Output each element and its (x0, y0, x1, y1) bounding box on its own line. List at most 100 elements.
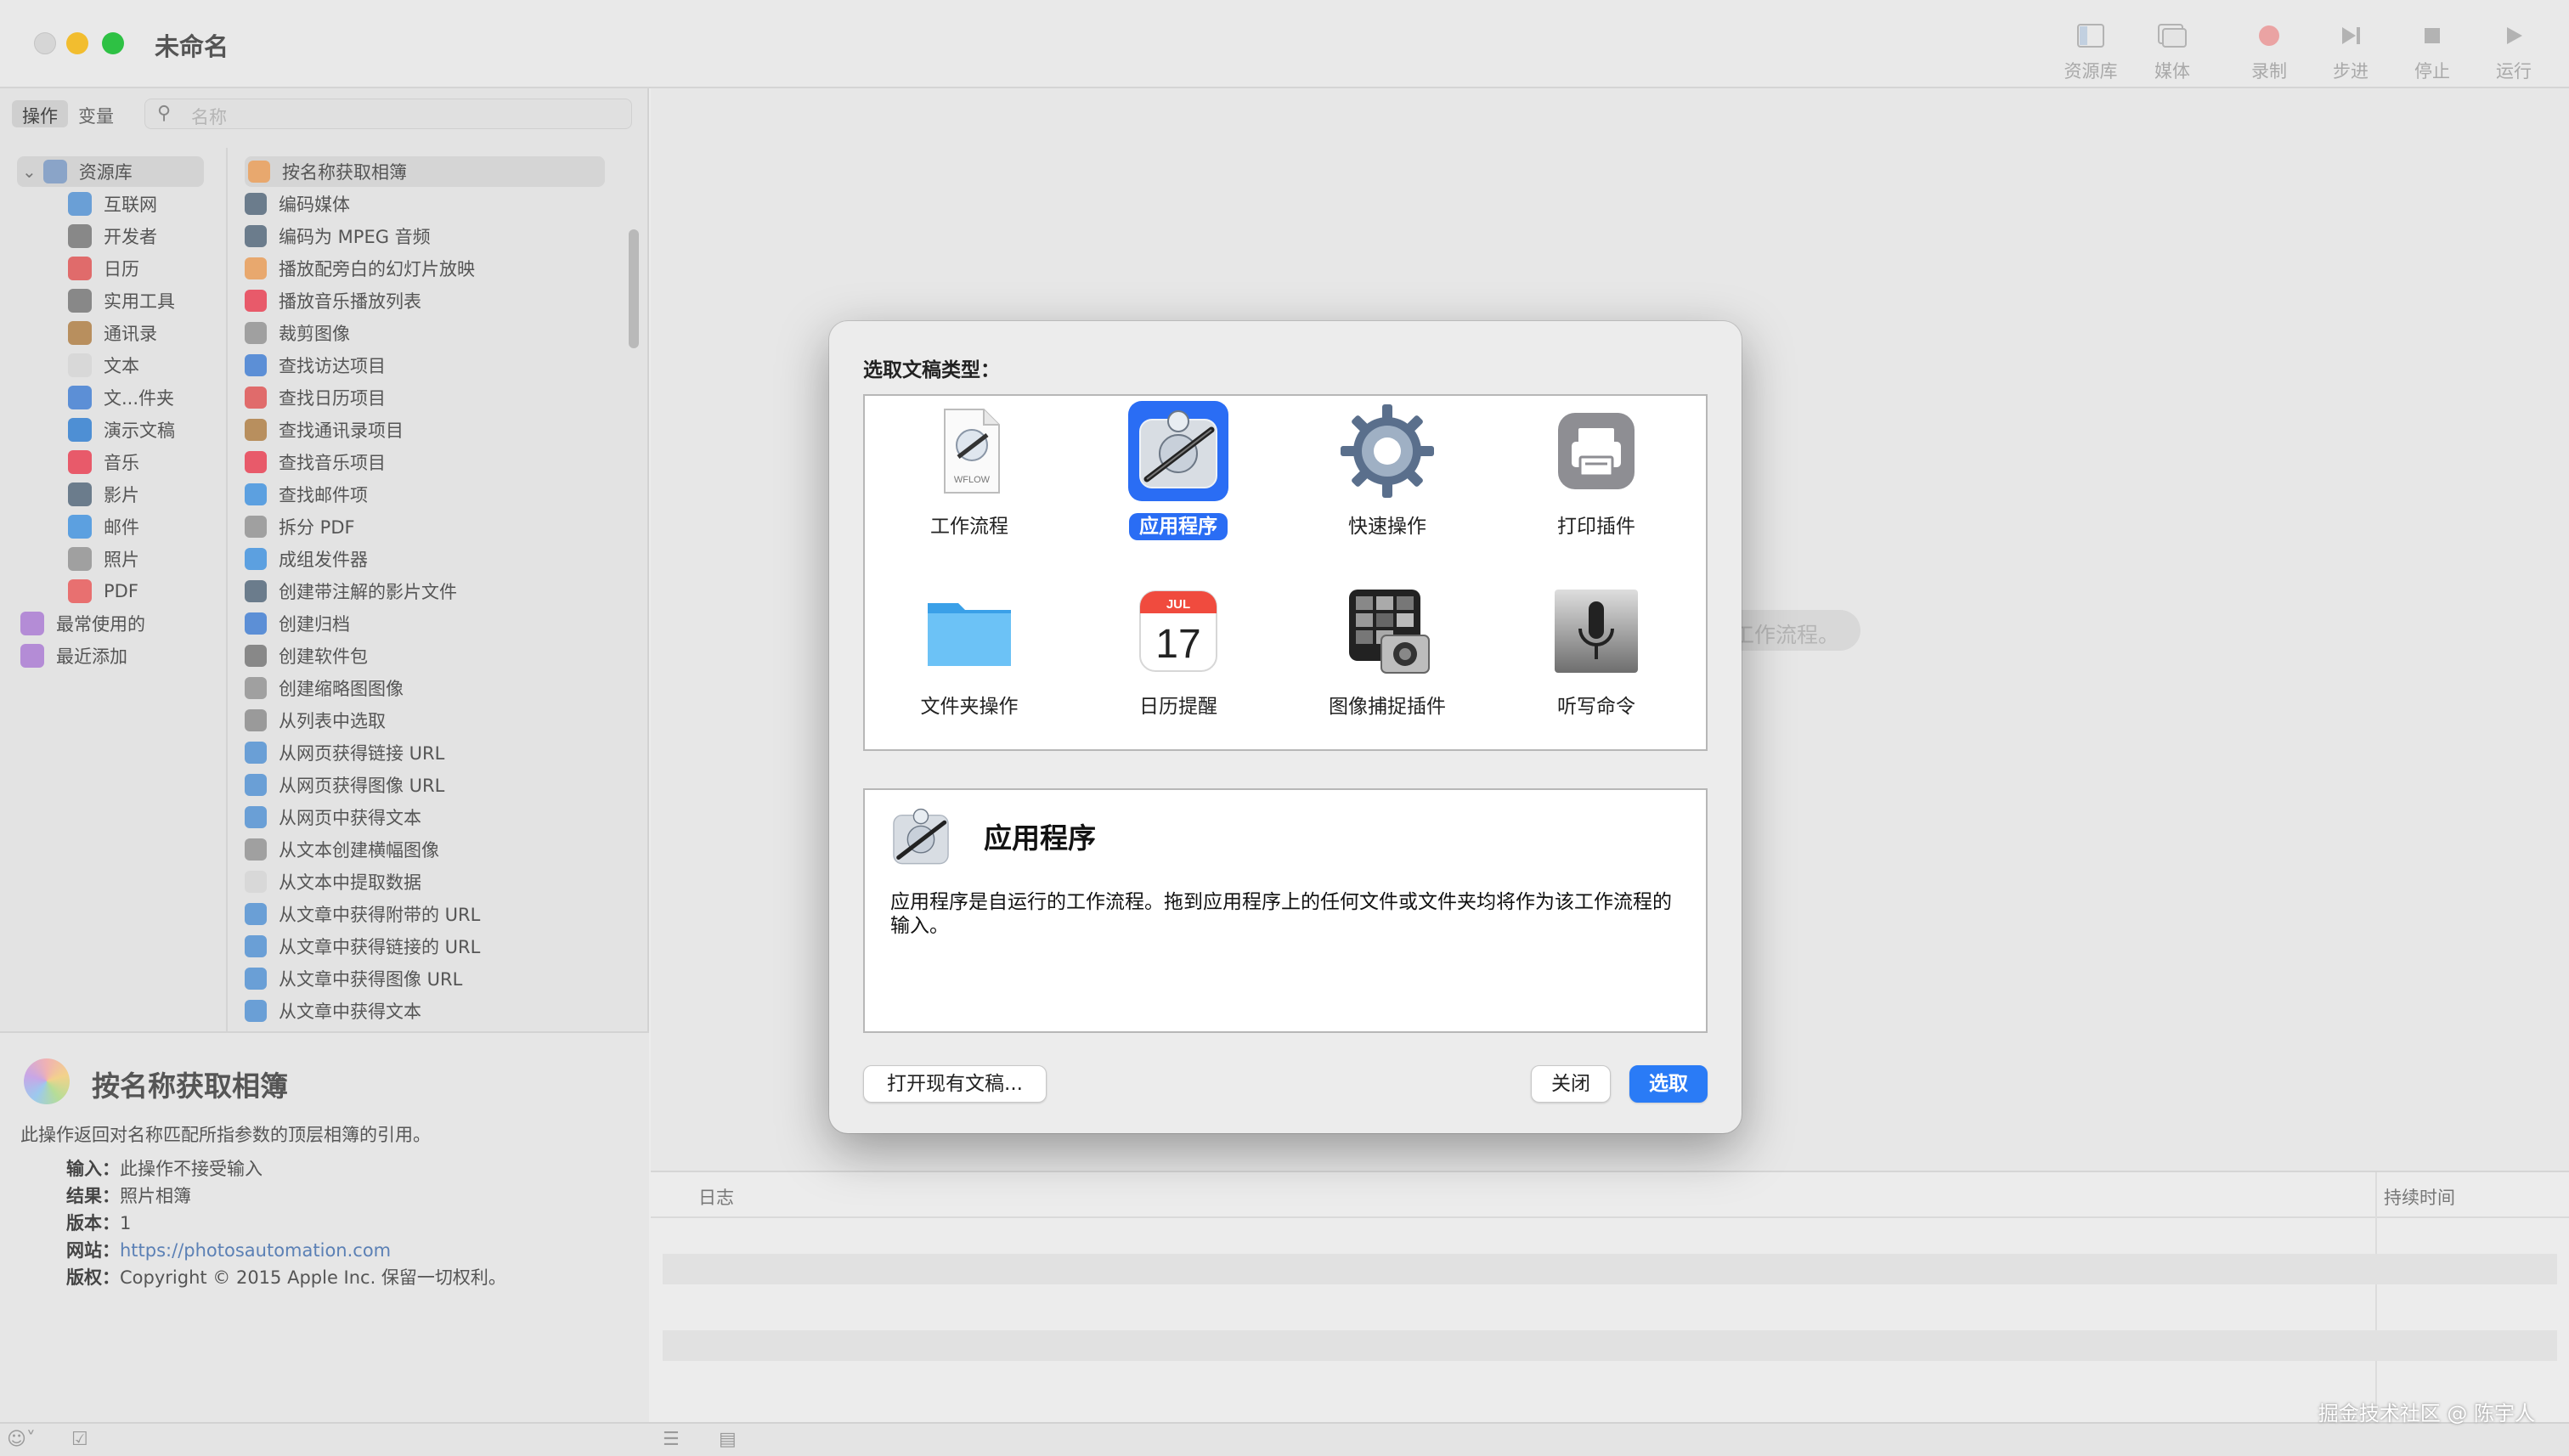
type-application[interactable]: 应用程序 (1098, 396, 1259, 557)
media-icon (2134, 24, 2210, 49)
type-quick-action[interactable]: 快速操作 (1307, 396, 1468, 557)
category-item[interactable]: 影片 (68, 479, 139, 510)
action-item[interactable]: 编码媒体 (245, 189, 350, 219)
checkbox-icon[interactable]: ☑ (71, 1429, 88, 1450)
category-label: 演示文稿 (104, 420, 175, 441)
split-view-icon[interactable]: ▤ (719, 1429, 737, 1450)
toolbar-step-button[interactable]: 步进 (2312, 17, 2389, 85)
type-workflow[interactable]: WFLOW 工作流程 (889, 396, 1050, 557)
description-title: 按名称获取相簿 (92, 1069, 288, 1103)
action-menu-icon[interactable]: ☺˅ (7, 1429, 36, 1450)
action-icon (245, 838, 267, 861)
action-item[interactable]: 成组发件器 (245, 544, 368, 574)
type-label: 听写命令 (1516, 690, 1677, 719)
action-icon (245, 612, 267, 635)
category-item[interactable]: 最常使用的 (20, 608, 145, 639)
type-dictation-command[interactable]: 听写命令 (1516, 576, 1677, 737)
toolbar-media-button[interactable]: 媒体 (2134, 17, 2210, 85)
category-item[interactable]: ⌄ 资源库 (17, 156, 204, 187)
category-item[interactable]: 演示文稿 (68, 415, 175, 445)
action-item[interactable]: 从网页获得链接 URL (245, 737, 444, 768)
toolbar-stop-button[interactable]: 停止 (2394, 17, 2470, 85)
action-item[interactable]: 从网页获得图像 URL (245, 770, 444, 800)
segment-actions[interactable]: 操作 (12, 100, 68, 127)
action-item[interactable]: 从网页中获得文本 (245, 802, 421, 832)
action-item[interactable]: 查找音乐项目 (245, 447, 386, 477)
category-item[interactable]: 邮件 (68, 511, 139, 542)
type-folder-action[interactable]: 文件夹操作 (889, 576, 1050, 737)
action-item[interactable]: 查找访达项目 (245, 350, 386, 381)
action-item[interactable]: 查找通讯录项目 (245, 415, 404, 445)
category-item[interactable]: 照片 (68, 544, 139, 574)
category-item[interactable]: 最近添加 (20, 641, 127, 671)
action-item[interactable]: 从文本中提取数据 (245, 866, 421, 897)
action-list-scrollbar[interactable] (629, 229, 639, 348)
action-icon (245, 935, 267, 957)
category-item[interactable]: 互联网 (68, 189, 157, 219)
chevron-down-icon[interactable]: ⌄ (22, 161, 37, 182)
category-list: ⌄ 资源库 互联网 开发者 日历 实用工具 通讯录 文本文...件夹 演示文稿音乐影片邮件照片 P… (0, 148, 224, 1031)
category-item[interactable]: 开发者 (68, 221, 157, 251)
list-view-icon[interactable]: ☰ (663, 1429, 680, 1450)
category-item[interactable]: 音乐 (68, 447, 139, 477)
category-item[interactable]: PDF (68, 576, 138, 607)
category-item[interactable]: 文...件夹 (68, 382, 174, 413)
website-link[interactable]: https://photosautomation.com (120, 1240, 391, 1261)
action-icon (245, 806, 267, 828)
action-item[interactable]: 查找日历项目 (245, 382, 386, 413)
choose-button[interactable]: 选取 (1629, 1065, 1708, 1103)
library-icon (2052, 24, 2129, 49)
zoom-window-button[interactable] (102, 32, 124, 54)
step-icon (2312, 24, 2389, 49)
action-item[interactable]: 查找邮件项 (245, 479, 368, 510)
toolbar-record-button[interactable]: 录制 (2231, 17, 2307, 85)
category-item[interactable]: 文本 (68, 350, 139, 381)
log-column-header[interactable]: 日志 (698, 1184, 734, 1210)
category-label: 邮件 (104, 517, 139, 538)
category-item[interactable]: 通讯录 (68, 318, 157, 348)
description-input-row: 输入：此操作不接受输入 (66, 1155, 263, 1181)
copyright-label: 版权： (66, 1267, 120, 1288)
calendar-icon: JUL 17 (1128, 581, 1228, 681)
action-item[interactable]: 从文本创建横幅图像 (245, 834, 439, 865)
action-icon (245, 354, 267, 376)
action-item[interactable]: 从文章中获得附带的 URL (245, 899, 480, 929)
type-label: 快速操作 (1307, 510, 1468, 539)
action-item[interactable]: 按名称获取相簿 (245, 156, 605, 187)
segment-variables[interactable]: 变量 (68, 100, 124, 127)
action-item[interactable]: 创建软件包 (245, 641, 368, 671)
action-item[interactable]: 创建带注解的影片文件 (245, 576, 457, 607)
action-item[interactable]: 播放配旁白的幻灯片放映 (245, 253, 475, 284)
type-calendar-alarm[interactable]: JUL 17 日历提醒 (1098, 576, 1259, 737)
watermark: 掘金技术社区 @ 陈宇人 (2318, 1402, 2535, 1425)
open-existing-document-button[interactable]: 打开现有文稿... (863, 1065, 1047, 1103)
action-item[interactable]: 从文章中获得图像 URL (245, 963, 462, 994)
library-search-input[interactable]: ⚲ 名称 (144, 99, 632, 129)
action-item[interactable]: 创建缩略图图像 (245, 673, 404, 703)
type-image-capture-plugin[interactable]: 图像捕捉插件 (1307, 576, 1468, 737)
action-item[interactable]: 裁剪图像 (245, 318, 350, 348)
action-item[interactable]: 播放音乐播放列表 (245, 285, 421, 316)
type-print-plugin[interactable]: 打印插件 (1516, 396, 1677, 557)
action-item[interactable]: 创建归档 (245, 608, 350, 639)
action-item[interactable]: 编码为 MPEG 音频 (245, 221, 431, 251)
action-item[interactable]: 拆分 PDF (245, 511, 355, 542)
close-window-button[interactable] (34, 32, 56, 54)
close-button[interactable]: 关闭 (1531, 1065, 1611, 1103)
action-label: 从文章中获得链接的 URL (279, 937, 481, 957)
toolbar-library-button[interactable]: 资源库 (2052, 17, 2129, 85)
category-label: 音乐 (104, 453, 139, 473)
category-label: 文...件夹 (104, 388, 175, 409)
action-item[interactable]: 从文章中获得文本 (245, 996, 421, 1026)
version-value: 1 (120, 1213, 132, 1233)
toolbar-run-button[interactable]: 运行 (2476, 17, 2552, 85)
category-item[interactable]: 实用工具 (68, 285, 175, 316)
category-icon (68, 192, 92, 216)
duration-column-header[interactable]: 持续时间 (2384, 1184, 2455, 1210)
library-segmented-control: 操作 变量 (12, 100, 124, 127)
action-item[interactable]: 从文章中获得链接的 URL (245, 931, 480, 962)
input-value: 此操作不接受输入 (120, 1159, 263, 1179)
category-item[interactable]: 日历 (68, 253, 139, 284)
minimize-window-button[interactable] (66, 32, 88, 54)
action-item[interactable]: 从列表中选取 (245, 705, 386, 736)
